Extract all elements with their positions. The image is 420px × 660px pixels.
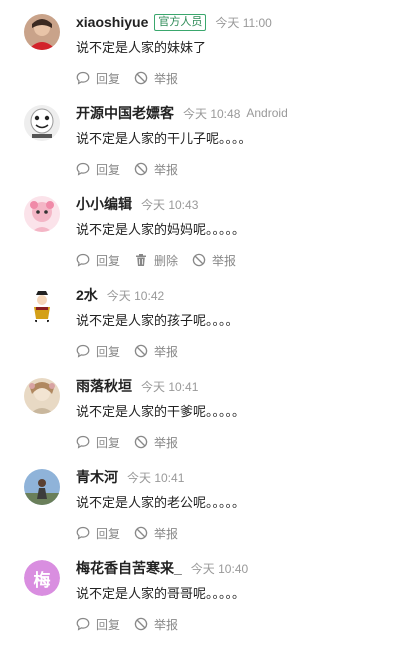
report-button[interactable]: 举报 <box>134 616 178 633</box>
reply-icon <box>76 162 90 176</box>
avatar[interactable] <box>24 105 60 141</box>
user-avatar-image <box>24 196 60 232</box>
username[interactable]: 雨落秋垣 <box>76 376 132 396</box>
reply-icon <box>76 526 90 540</box>
reply-button[interactable]: 回复 <box>76 343 120 360</box>
timestamp: 今天 10:48 <box>183 106 241 121</box>
report-label: 举报 <box>154 526 179 541</box>
reply-button[interactable]: 回复 <box>76 434 120 451</box>
report-label: 举报 <box>154 435 179 450</box>
avatar[interactable] <box>24 287 60 323</box>
official-badge: 官方人员 <box>154 13 207 31</box>
username[interactable]: 青木河 <box>76 467 118 487</box>
timestamp: 今天 10:40 <box>190 561 249 576</box>
comment-text: 说不定是人家的妈妈呢。。。。。 <box>76 222 246 237</box>
user-avatar-image <box>24 287 60 323</box>
reply-button[interactable]: 回复 <box>76 525 120 542</box>
reply-icon <box>76 617 90 631</box>
report-icon <box>192 253 206 267</box>
reply-button[interactable]: 回复 <box>76 252 120 269</box>
comment-item: 青木河 今天 10:41 说不定是人家的老公呢。。。。。 回复 举报 <box>0 467 420 558</box>
report-icon <box>134 617 148 631</box>
letter-avatar: 梅 <box>24 560 60 596</box>
comment-text: 说不定是人家的妹妹了 <box>76 40 207 55</box>
avatar[interactable] <box>24 378 60 414</box>
report-button[interactable]: 举报 <box>134 434 178 451</box>
user-avatar-image <box>24 378 60 414</box>
reply-icon <box>76 253 90 267</box>
reply-icon <box>76 435 90 449</box>
report-label: 举报 <box>212 253 237 268</box>
username[interactable]: 梅花香自苦寒来_ <box>76 558 182 578</box>
comment-item: 2水 今天 10:42 说不定是人家的孩子呢。。。。 回复 举报 <box>0 285 420 376</box>
report-button[interactable]: 举报 <box>134 161 178 178</box>
report-icon <box>134 526 148 540</box>
comment-feed: xiaoshiyue 官方人员 今天 11:00 说不定是人家的妹妹了 回复 举… <box>0 0 420 660</box>
comment-text: 说不定是人家的哥哥呢。。。。。 <box>76 586 246 601</box>
reply-label: 回复 <box>96 617 121 632</box>
username[interactable]: xiaoshiyue <box>76 14 148 30</box>
reply-label: 回复 <box>96 435 121 450</box>
comment-text: 说不定是人家的干爹呢。。。。。 <box>76 404 246 419</box>
device-label: Android <box>246 106 288 120</box>
username[interactable]: 开源中国老嫖客 <box>76 103 174 123</box>
reply-button[interactable]: 回复 <box>76 161 120 178</box>
report-label: 举报 <box>154 162 179 177</box>
comment-item: xiaoshiyue 官方人员 今天 11:00 说不定是人家的妹妹了 回复 举… <box>0 12 420 103</box>
report-button[interactable]: 举报 <box>134 525 178 542</box>
comment-text: 说不定是人家的老公呢。。。。。 <box>76 495 246 510</box>
delete-label: 删除 <box>154 253 179 268</box>
delete-button[interactable]: 删除 <box>134 252 178 269</box>
trash-icon <box>136 254 147 266</box>
avatar[interactable] <box>24 196 60 232</box>
comment-item: 开源中国老嫖客 今天 10:48 Android 说不定是人家的干儿子呢。。。。… <box>0 103 420 194</box>
report-button[interactable]: 举报 <box>134 70 178 87</box>
reply-label: 回复 <box>96 344 121 359</box>
comment-text: 说不定是人家的孩子呢。。。。 <box>76 313 239 328</box>
reply-label: 回复 <box>96 162 121 177</box>
reply-button[interactable]: 回复 <box>76 616 120 633</box>
username[interactable]: 2水 <box>76 285 98 305</box>
avatar[interactable] <box>24 469 60 505</box>
reply-button[interactable]: 回复 <box>76 70 120 87</box>
report-label: 举报 <box>154 344 179 359</box>
comment-item: 雨落秋垣 今天 10:41 说不定是人家的干爹呢。。。。。 回复 举报 <box>0 376 420 467</box>
username[interactable]: 小小编辑 <box>76 194 132 214</box>
user-avatar-image <box>24 469 60 505</box>
timestamp: 今天 11:00 <box>215 15 272 30</box>
report-icon <box>134 435 148 449</box>
avatar[interactable]: 梅 <box>24 560 60 596</box>
timestamp: 今天 10:41 <box>127 470 185 485</box>
comment-item: 梅 梅花香自苦寒来_ 今天 10:40 说不定是人家的哥哥呢。。。。。 回复 举… <box>0 558 420 649</box>
reply-icon <box>76 71 90 85</box>
comment-text: 说不定是人家的干儿子呢。。。。 <box>76 131 252 146</box>
reply-icon <box>76 344 90 358</box>
report-icon <box>134 71 148 85</box>
timestamp: 今天 10:42 <box>106 288 165 303</box>
comment-item: 小小编辑 今天 10:43 说不定是人家的妈妈呢。。。。。 回复 删除 举报 <box>0 194 420 285</box>
report-label: 举报 <box>154 617 179 632</box>
report-button[interactable]: 举报 <box>192 252 236 269</box>
user-avatar-image <box>24 105 60 141</box>
avatar[interactable] <box>24 14 60 50</box>
report-icon <box>134 344 148 358</box>
report-label: 举报 <box>154 71 179 86</box>
reply-label: 回复 <box>96 526 121 541</box>
reply-label: 回复 <box>96 71 121 86</box>
user-avatar-image <box>24 14 60 50</box>
report-icon <box>134 162 148 176</box>
report-button[interactable]: 举报 <box>134 343 178 360</box>
timestamp: 今天 10:41 <box>141 379 199 394</box>
timestamp: 今天 10:43 <box>141 197 199 212</box>
reply-label: 回复 <box>96 253 121 268</box>
